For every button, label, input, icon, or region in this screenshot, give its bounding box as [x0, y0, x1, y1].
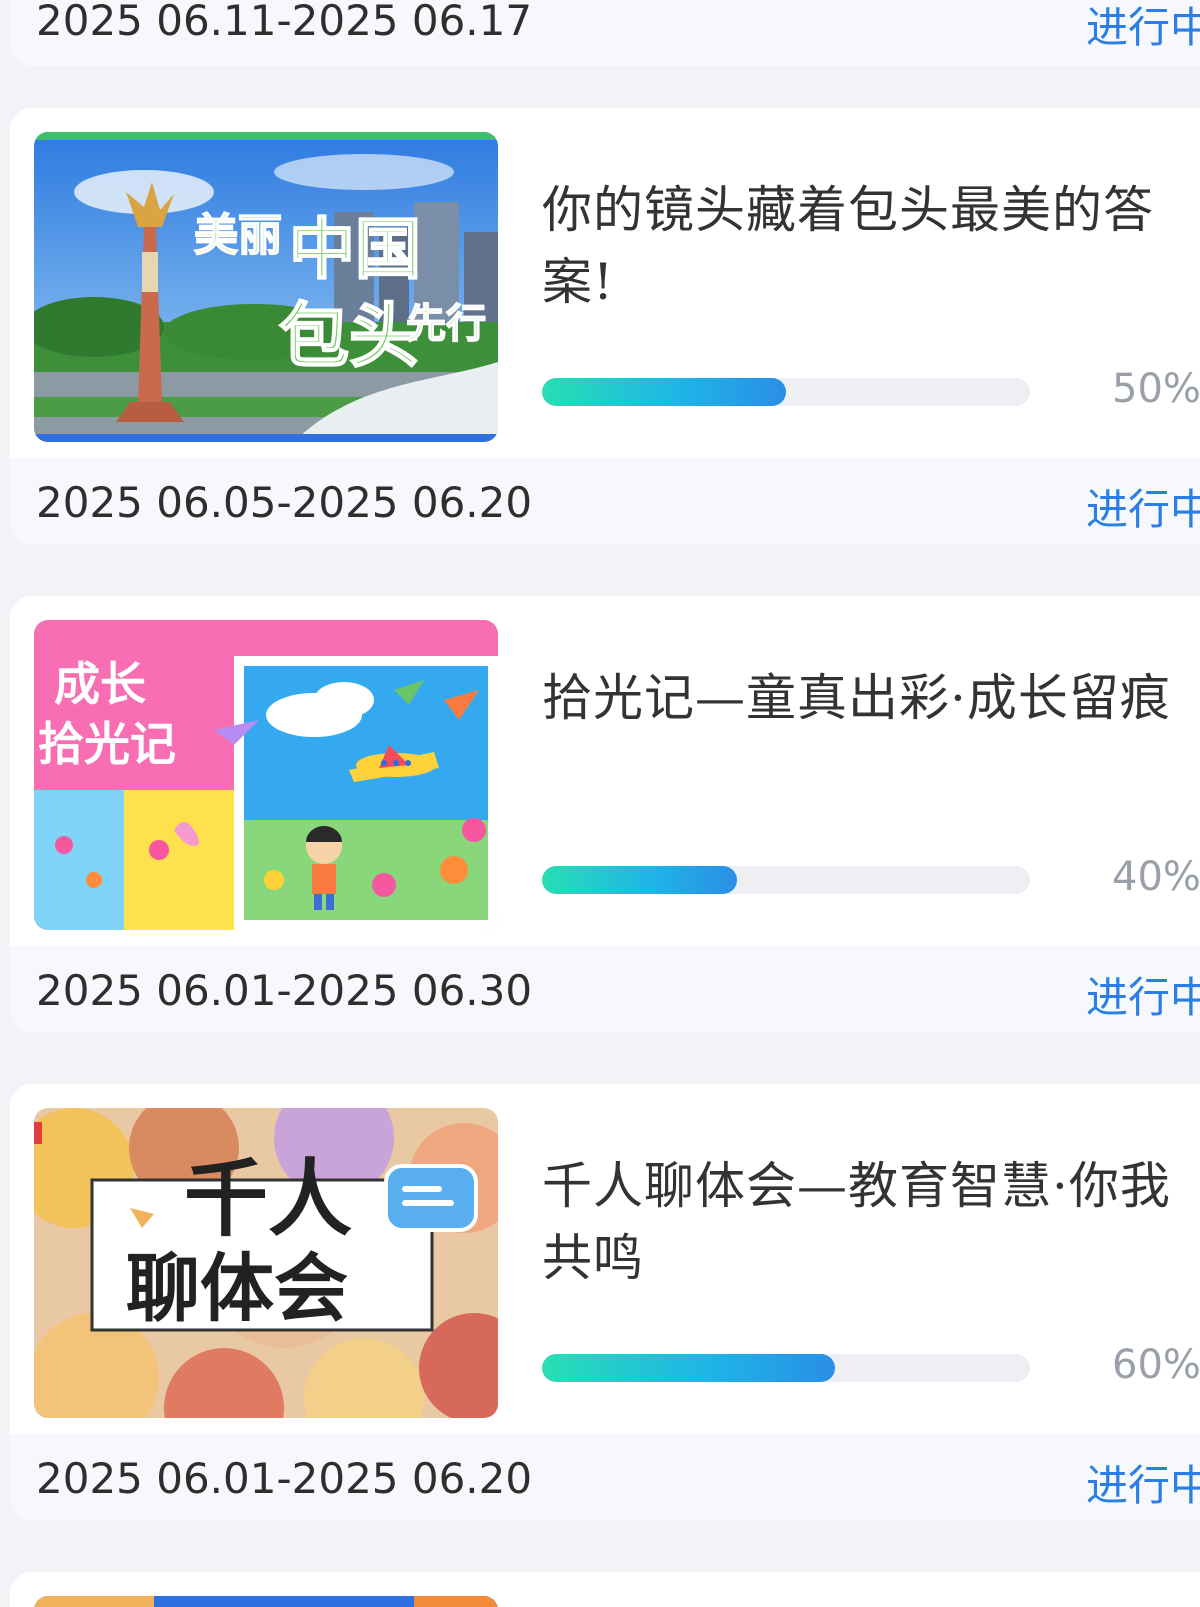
svg-text:千人: 千人 — [184, 1149, 352, 1248]
progress-bar — [542, 378, 1030, 406]
activity-thumbnail: 美丽 中国 包头 先行 — [34, 132, 498, 442]
date-range: 2025 06.01-2025 06.30 — [36, 966, 533, 1015]
progress-bar-fill — [542, 866, 738, 894]
status-label: 进行中 — [1086, 1461, 1200, 1510]
progress-bar-fill — [542, 1354, 835, 1382]
progress-percent: 40% — [1112, 854, 1200, 900]
date-range: 2025 06.05-2025 06.20 — [36, 478, 533, 527]
activity-card[interactable]: 美丽 中国 包头 先行 你的镜头藏着包头最美的答案! 50% 2025 06.0… — [10, 108, 1200, 544]
activity-card[interactable]: 成长 拾光记 拾光记—童真出彩·成长留痕 40% 2025 06.01-2025… — [10, 596, 1200, 1032]
baotou-poster-image: 美丽 中国 包头 先行 — [34, 132, 498, 442]
activity-title[interactable]: 拾光记—童真出彩·成长留痕 — [542, 662, 1182, 734]
svg-text:包头: 包头 — [279, 294, 419, 377]
progress-percent: 50% — [1112, 366, 1200, 412]
activity-card-partial[interactable]: 2025 06.11-2025 06.17 进行中 — [10, 0, 1200, 66]
svg-text:中国: 中国 — [289, 210, 421, 288]
activity-card[interactable]: 千人 聊体会 千人聊体会—教育智慧·你我共鸣 60% 2025 06.01-20… — [10, 1084, 1200, 1520]
svg-text:成长: 成长 — [54, 657, 146, 711]
date-range: 2025 06.01-2025 06.20 — [36, 1454, 533, 1503]
svg-text:拾光记: 拾光记 — [38, 717, 176, 771]
activity-thumbnail: 成长 拾光记 — [34, 620, 498, 930]
next-poster-image — [34, 1596, 498, 1607]
svg-text:先行: 先行 — [406, 300, 486, 347]
status-label: 进行中 — [1086, 973, 1200, 1022]
progress-bar-fill — [542, 378, 786, 406]
status-label: 进行中 — [1086, 485, 1200, 534]
card-footer: 2025 06.01-2025 06.20 进行中 — [10, 1434, 1200, 1520]
discussion-poster-image: 千人 聊体会 — [34, 1108, 498, 1418]
status-label: 进行中 — [1086, 3, 1200, 52]
progress-bar — [542, 1354, 1030, 1382]
activity-title[interactable]: 你的镜头藏着包头最美的答案! — [542, 174, 1182, 318]
svg-text:聊体会: 聊体会 — [126, 1246, 348, 1332]
activity-thumbnail — [34, 1596, 498, 1607]
activity-thumbnail: 千人 聊体会 — [34, 1108, 498, 1418]
progress-bar — [542, 866, 1030, 894]
growth-poster-image: 成长 拾光记 — [34, 620, 498, 930]
card-footer: 2025 06.11-2025 06.17 进行中 — [10, 0, 1200, 66]
svg-text:美丽: 美丽 — [194, 210, 282, 261]
date-range: 2025 06.11-2025 06.17 — [36, 0, 533, 45]
card-footer: 2025 06.05-2025 06.20 进行中 — [10, 458, 1200, 544]
activity-list-page: 2025 06.11-2025 06.17 进行中 美丽 中国 包头 先行 你的… — [0, 0, 1200, 1607]
progress-percent: 60% — [1112, 1342, 1200, 1388]
card-footer: 2025 06.01-2025 06.30 进行中 — [10, 946, 1200, 1032]
activity-title[interactable]: 千人聊体会—教育智慧·你我共鸣 — [542, 1150, 1182, 1294]
activity-card-partial[interactable] — [10, 1572, 1200, 1607]
